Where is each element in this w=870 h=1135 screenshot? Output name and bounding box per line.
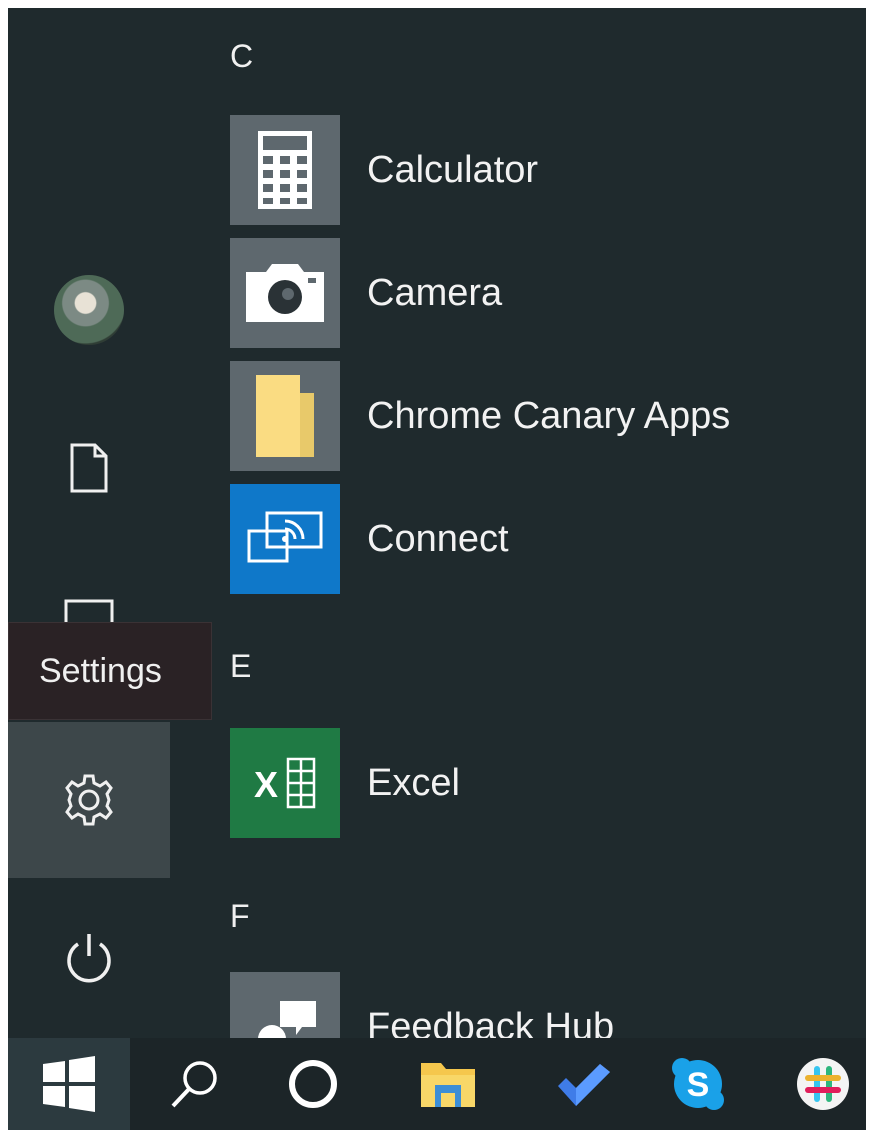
file-explorer-button[interactable] xyxy=(393,1038,503,1130)
app-label-camera: Camera xyxy=(367,271,503,314)
document-icon xyxy=(70,443,108,493)
power-button[interactable] xyxy=(8,913,170,1003)
power-icon xyxy=(67,934,111,983)
group-header-c[interactable]: C xyxy=(230,38,253,75)
calculator-tile xyxy=(230,115,340,225)
app-chrome-canary-apps[interactable]: Chrome Canary Apps xyxy=(230,361,830,471)
pictures-icon xyxy=(64,599,114,622)
svg-text:X: X xyxy=(254,764,278,805)
cortana-icon xyxy=(289,1060,337,1108)
calculator-icon xyxy=(258,131,312,209)
search-button[interactable] xyxy=(140,1038,250,1130)
checkmark-icon xyxy=(558,1064,610,1106)
search-icon xyxy=(171,1061,217,1108)
todo-button[interactable] xyxy=(528,1038,638,1130)
folder-icon xyxy=(256,375,314,457)
app-label-calculator: Calculator xyxy=(367,148,539,191)
app-camera[interactable]: Camera xyxy=(230,238,830,348)
chrome-canary-apps-tile xyxy=(230,361,340,471)
folder-icon xyxy=(421,1063,475,1107)
gear-icon xyxy=(65,774,113,826)
account-button[interactable] xyxy=(8,270,170,350)
cortana-button[interactable] xyxy=(258,1038,368,1130)
app-calculator[interactable]: Calculator xyxy=(230,115,830,225)
connect-tile xyxy=(230,484,340,594)
slack-icon xyxy=(797,1058,849,1110)
app-label-excel: Excel xyxy=(367,761,460,804)
tooltip-text: Settings xyxy=(39,651,162,690)
settings-tooltip: Settings xyxy=(8,622,212,720)
documents-button[interactable] xyxy=(8,428,170,508)
start-button[interactable] xyxy=(8,1038,130,1130)
connect-icon xyxy=(247,511,323,563)
start-menu-rail xyxy=(8,8,170,1038)
windows-logo-icon xyxy=(43,1056,95,1112)
settings-button[interactable] xyxy=(8,722,170,878)
app-excel[interactable]: X Excel xyxy=(230,728,830,838)
camera-icon xyxy=(246,264,324,322)
start-menu: Settings C Calculator Camera Chrome Cana… xyxy=(8,8,866,1130)
excel-tile: X xyxy=(230,728,340,838)
taskbar: S xyxy=(8,1038,866,1130)
slack-button[interactable] xyxy=(768,1038,866,1130)
svg-text:S: S xyxy=(687,1066,710,1104)
skype-button[interactable]: S xyxy=(643,1038,753,1130)
user-avatar-icon xyxy=(54,275,124,345)
excel-icon: X xyxy=(254,757,316,809)
group-header-f[interactable]: F xyxy=(230,898,250,935)
camera-tile xyxy=(230,238,340,348)
group-header-e[interactable]: E xyxy=(230,648,251,685)
app-label-connect: Connect xyxy=(367,517,509,560)
app-connect[interactable]: Connect xyxy=(230,484,830,594)
app-label-chrome-canary-apps: Chrome Canary Apps xyxy=(367,394,731,437)
skype-icon: S xyxy=(672,1058,724,1110)
